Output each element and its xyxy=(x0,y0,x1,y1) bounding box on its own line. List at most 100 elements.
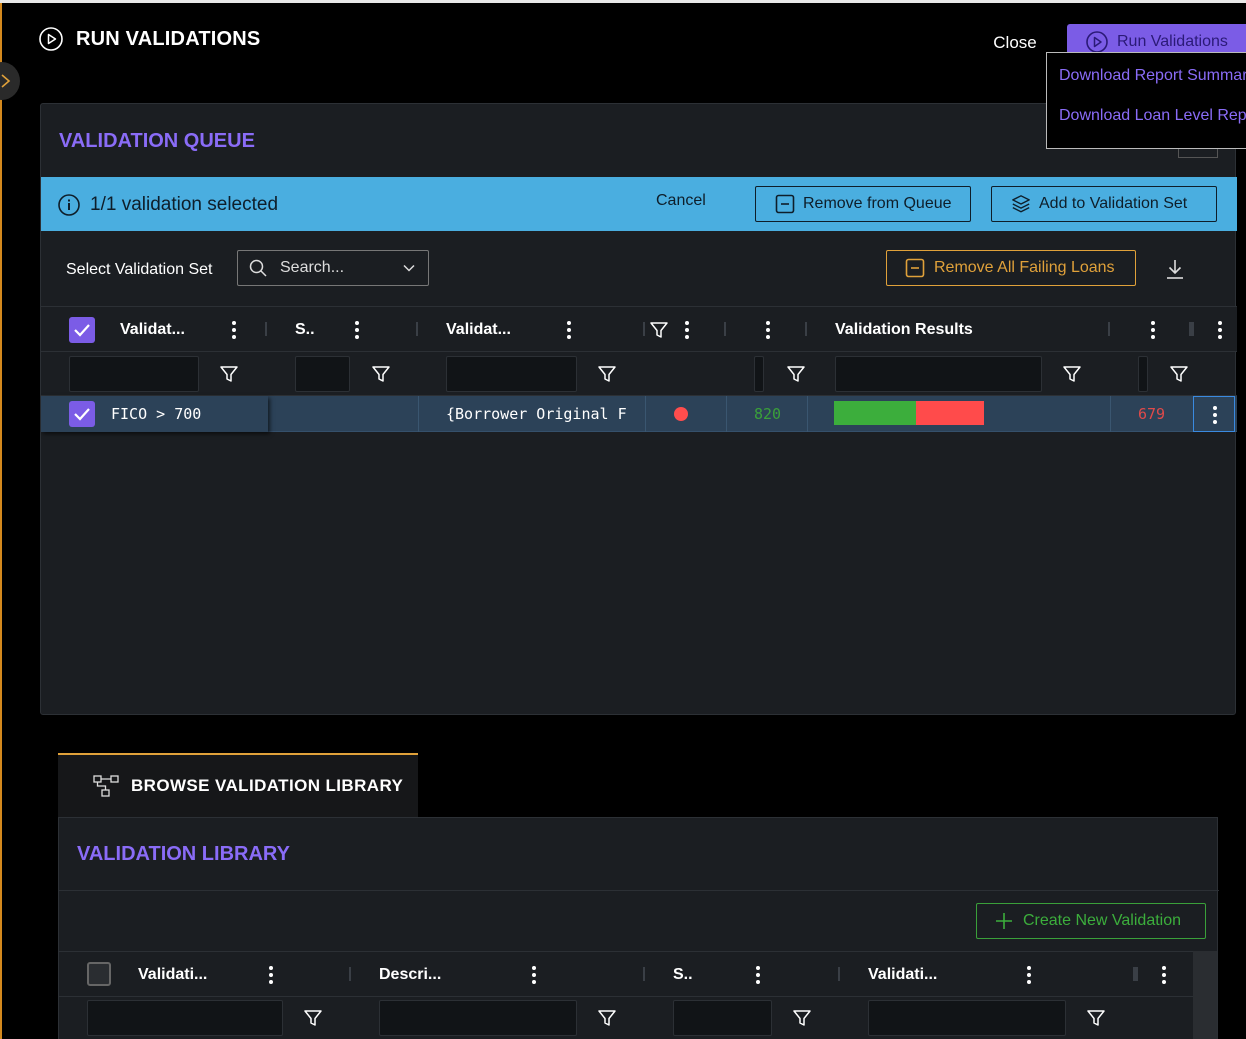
more-vertical-icon xyxy=(1212,406,1218,424)
select-all-checkbox[interactable] xyxy=(69,317,95,343)
download-icon[interactable] xyxy=(1164,258,1186,280)
remove-from-queue-button[interactable]: Remove from Queue xyxy=(755,186,971,222)
filter-input-validation-results[interactable] xyxy=(835,356,1042,392)
column-menu-icon[interactable] xyxy=(684,321,690,339)
filter-input-status[interactable] xyxy=(295,356,350,392)
hierarchy-icon xyxy=(93,775,119,797)
filter-active-icon[interactable] xyxy=(649,320,669,340)
cell-separator xyxy=(1110,396,1111,432)
column-menu-icon[interactable] xyxy=(755,966,761,984)
filter-input-status[interactable] xyxy=(673,1000,772,1036)
run-validations-label: Run Validations xyxy=(1117,33,1228,50)
cell-separator xyxy=(418,396,419,432)
plus-icon xyxy=(996,913,1012,929)
library-title: VALIDATION LIBRARY xyxy=(77,843,290,865)
column-header-validation-expression[interactable]: Validat... xyxy=(446,307,511,353)
filter-input-validation-name[interactable] xyxy=(87,1000,283,1036)
filter-input-passed[interactable] xyxy=(754,356,764,392)
column-menu-icon[interactable] xyxy=(268,966,274,984)
menu-item-download-loan-level-report[interactable]: Download Loan Level Report xyxy=(1047,107,1246,147)
passed-count: 820 xyxy=(754,405,782,423)
cell-separator xyxy=(807,396,808,432)
column-menu-icon[interactable] xyxy=(566,321,572,339)
cell-separator xyxy=(726,396,727,432)
minus-square-icon xyxy=(775,194,795,214)
column-header-validation-name[interactable]: Validati... xyxy=(138,952,207,998)
column-menu-icon[interactable] xyxy=(531,966,537,984)
queue-filter-row xyxy=(41,352,1237,396)
column-separator[interactable] xyxy=(416,322,418,336)
column-header-status[interactable]: S.. xyxy=(295,307,315,353)
failed-count: 679 xyxy=(1138,405,1166,423)
expand-sidebar-button[interactable] xyxy=(0,62,20,100)
browse-library-label: BROWSE VALIDATION LIBRARY xyxy=(131,776,404,795)
filter-input-validation-expression[interactable] xyxy=(868,1000,1066,1036)
layers-icon xyxy=(1012,195,1030,213)
search-icon xyxy=(249,259,267,277)
column-header-status[interactable]: S.. xyxy=(673,952,693,998)
column-header-validation-results[interactable]: Validation Results xyxy=(835,307,973,353)
tab-browse-validation-library[interactable]: BROWSE VALIDATION LIBRARY xyxy=(58,753,418,817)
filter-icon[interactable] xyxy=(1086,1008,1106,1028)
filter-icon[interactable] xyxy=(1062,364,1082,384)
column-menu-icon[interactable] xyxy=(1026,966,1032,984)
cell-separator xyxy=(645,396,646,432)
column-header-validation-expression[interactable]: Validati... xyxy=(868,952,937,998)
row-checkbox[interactable] xyxy=(69,401,95,427)
validation-results-bar xyxy=(834,401,984,425)
column-separator[interactable] xyxy=(349,967,351,981)
column-menu-icon[interactable] xyxy=(231,321,237,339)
column-menu-icon[interactable] xyxy=(1161,966,1167,984)
column-menu-icon[interactable] xyxy=(1150,321,1156,339)
column-separator[interactable] xyxy=(643,322,645,336)
filter-icon[interactable] xyxy=(1169,364,1189,384)
status-indicator xyxy=(674,407,688,421)
column-separator[interactable] xyxy=(643,967,645,981)
chevron-right-icon xyxy=(1,74,11,88)
filter-icon[interactable] xyxy=(303,1008,323,1028)
filter-icon[interactable] xyxy=(371,364,391,384)
queue-title: VALIDATION QUEUE xyxy=(59,130,255,152)
filter-icon[interactable] xyxy=(786,364,806,384)
remove-all-failing-loans-button[interactable]: Remove All Failing Loans xyxy=(886,250,1136,286)
library-scrollbar[interactable] xyxy=(1193,951,1217,1039)
menu-item-download-report-summary[interactable]: Download Report Summary xyxy=(1047,67,1246,107)
row-actions-button[interactable] xyxy=(1193,396,1235,432)
validation-name-cell: FICO > 700 xyxy=(111,405,202,423)
chevron-down-icon xyxy=(403,264,415,272)
column-header-validation-name[interactable]: Validat... xyxy=(120,307,185,353)
filter-icon[interactable] xyxy=(597,364,617,384)
add-to-validation-set-button[interactable]: Add to Validation Set xyxy=(991,186,1217,222)
select-all-checkbox[interactable] xyxy=(87,962,111,986)
column-separator[interactable] xyxy=(838,967,840,981)
create-new-validation-button[interactable]: Create New Validation xyxy=(976,903,1206,939)
column-header-description[interactable]: Descri... xyxy=(379,952,441,998)
filter-input-validation-expression[interactable] xyxy=(446,356,577,392)
column-separator[interactable] xyxy=(805,322,807,336)
pinned-name-cell[interactable]: FICO > 700 xyxy=(41,396,268,432)
filter-input-description[interactable] xyxy=(379,1000,577,1036)
column-separator[interactable] xyxy=(1108,322,1110,336)
cancel-selection-button[interactable]: Cancel xyxy=(656,192,706,210)
play-circle-icon xyxy=(1086,31,1108,53)
page-title: RUN VALIDATIONS xyxy=(76,27,261,50)
left-edge-accent xyxy=(0,3,2,1039)
column-separator[interactable] xyxy=(1189,322,1194,336)
filter-icon[interactable] xyxy=(792,1008,812,1028)
validation-library-panel: VALIDATION LIBRARY Create New Validation… xyxy=(58,817,1219,1039)
filter-icon[interactable] xyxy=(597,1008,617,1028)
column-menu-icon[interactable] xyxy=(1217,321,1223,339)
filter-input-failed[interactable] xyxy=(1138,356,1148,392)
filter-input-validation-name[interactable] xyxy=(69,356,199,392)
column-separator[interactable] xyxy=(1133,967,1138,981)
column-separator[interactable] xyxy=(724,322,726,336)
column-separator[interactable] xyxy=(265,322,267,336)
remove-from-queue-label: Remove from Queue xyxy=(803,195,952,212)
filter-icon[interactable] xyxy=(219,364,239,384)
search-placeholder: Search... xyxy=(280,259,345,276)
column-menu-icon[interactable] xyxy=(354,321,360,339)
library-grid-header: Validati... Descri... S.. Validati... xyxy=(59,951,1193,997)
close-button[interactable]: Close xyxy=(980,30,1050,56)
validation-set-search[interactable]: Search... xyxy=(237,250,429,286)
column-menu-icon[interactable] xyxy=(765,321,771,339)
